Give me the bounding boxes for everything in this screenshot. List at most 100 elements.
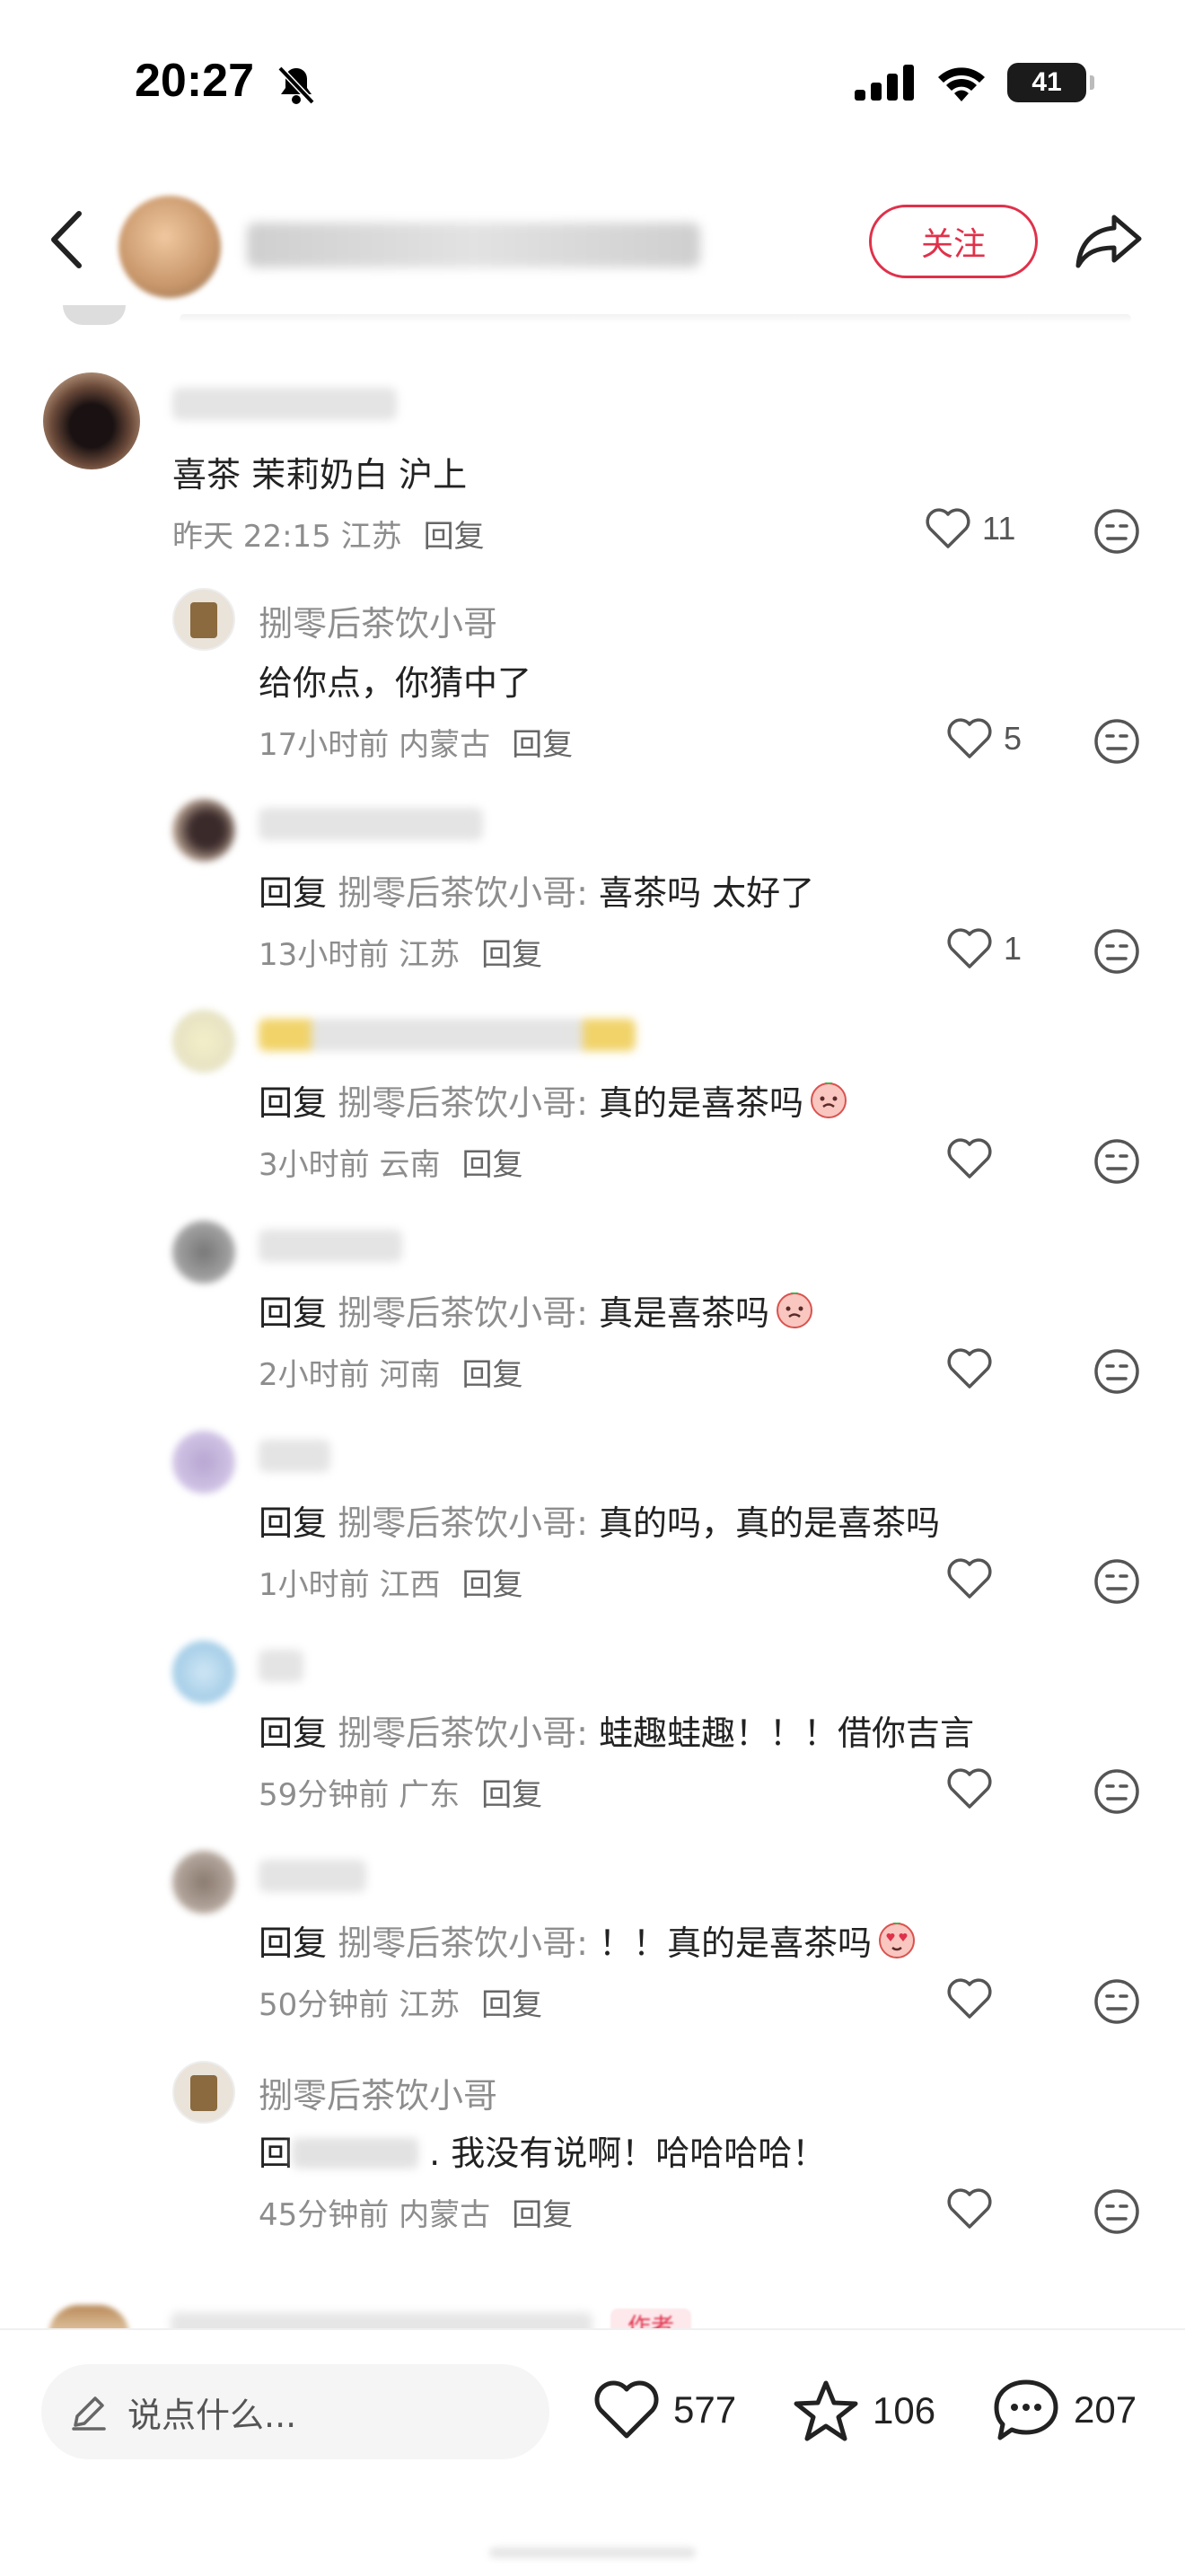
partial-avatar [63, 305, 126, 325]
reply-link[interactable]: 回复 [481, 937, 542, 973]
battery-indicator: 41 [1007, 63, 1094, 102]
like-button[interactable] [946, 1348, 1004, 1389]
dislike-button[interactable] [1093, 718, 1140, 768]
comment-text: 回复 捌零后茶饮小哥: 真是喜茶吗 [259, 1285, 816, 1335]
commenter-name-blurred[interactable] [259, 1440, 330, 1472]
commenter-name[interactable]: 捌零后茶饮小哥 [259, 2068, 497, 2117]
comment-meta: 59分钟前 广东 回复 [259, 1777, 543, 1813]
back-button[interactable] [45, 208, 90, 271]
status-icons: 41 [855, 63, 1094, 102]
comment-meta: 17小时前 内蒙古 回复 [259, 727, 574, 763]
comment-text: 回复 捌零后茶饮小哥: 喜茶吗 太好了 [259, 873, 815, 913]
reply-link[interactable]: 回复 [512, 727, 573, 763]
like-button[interactable]: 5 [946, 718, 1022, 759]
dislike-button[interactable] [1093, 508, 1140, 558]
like-button[interactable] [946, 2188, 1004, 2230]
reply-link[interactable]: 回复 [481, 1777, 542, 1813]
comment-text: 回 . 我没有说啊！哈哈哈哈！ [259, 2134, 827, 2173]
comment-meta: 1小时前 江西 回复 [259, 1567, 523, 1603]
star-icon [794, 2380, 858, 2441]
heart-icon [947, 1348, 992, 1389]
commenter-name-blurred[interactable] [172, 388, 397, 420]
commenter-avatar[interactable] [172, 1010, 235, 1073]
wifi-icon [938, 67, 985, 101]
blush-emoji-icon [777, 1292, 813, 1328]
heart-icon [926, 508, 970, 548]
comment-input-placeholder: 说点什么... [127, 2395, 297, 2435]
post-favorite-count: 106 [873, 2389, 936, 2431]
commenter-avatar[interactable] [172, 1221, 235, 1284]
post-favorite-button[interactable]: 106 [792, 2379, 935, 2443]
like-button[interactable] [946, 1768, 1004, 1809]
comment-text: 给你点，你猜中了 [259, 663, 532, 703]
reply-link[interactable]: 回复 [461, 1567, 522, 1603]
author-avatar[interactable] [118, 196, 221, 298]
dislike-button[interactable] [1093, 1768, 1140, 1818]
chevron-left-icon [51, 211, 82, 268]
comment-text: 回复 捌零后茶饮小哥: 真的吗，真的是喜茶吗 [259, 1503, 941, 1543]
dislike-button[interactable] [1093, 1138, 1140, 1188]
dislike-button[interactable] [1093, 928, 1140, 978]
commenter-name-blurred[interactable] [259, 1019, 636, 1051]
share-icon [1075, 215, 1142, 268]
blush-emoji-icon [811, 1082, 847, 1118]
dislike-button[interactable] [1093, 2188, 1140, 2239]
heart-icon [947, 928, 992, 968]
meh-face-icon [1094, 719, 1139, 764]
like-button[interactable]: 1 [946, 928, 1022, 969]
commenter-avatar[interactable] [172, 2061, 235, 2124]
like-button[interactable] [946, 1138, 1004, 1179]
reply-link[interactable]: 回复 [424, 519, 485, 555]
comment-meta: 昨天 22:15 江苏 回复 [172, 519, 485, 555]
commenter-avatar[interactable] [172, 1851, 235, 1914]
comment-meta: 3小时前 云南 回复 [259, 1147, 523, 1183]
commenter-name-blurred[interactable] [259, 1230, 402, 1262]
reply-link[interactable]: 回复 [461, 1357, 522, 1393]
reply-link[interactable]: 回复 [481, 1987, 542, 2023]
meh-face-icon [1094, 1769, 1139, 1814]
author-name-blurred[interactable] [247, 223, 700, 267]
commenter-name-blurred[interactable] [259, 808, 483, 840]
meh-face-icon [1094, 1559, 1139, 1604]
follow-button[interactable]: 关注 [869, 205, 1038, 278]
post-comment-button[interactable]: 207 [991, 2377, 1137, 2443]
comment-meta: 45分钟前 内蒙古 回复 [259, 2197, 574, 2233]
dislike-button[interactable] [1093, 1978, 1140, 2028]
post-like-button[interactable]: 577 [592, 2379, 736, 2441]
heart-icon [947, 1138, 992, 1178]
commenter-avatar[interactable] [172, 1641, 235, 1704]
commenter-avatar[interactable] [172, 1431, 235, 1494]
comment-text: 喜茶 茉莉奶白 沪上 [172, 455, 468, 495]
meh-face-icon [1094, 509, 1139, 554]
dislike-button[interactable] [1093, 1558, 1140, 1608]
commenter-avatar[interactable] [172, 799, 235, 862]
reply-link[interactable]: 回复 [461, 1147, 522, 1183]
like-button[interactable] [946, 1558, 1004, 1599]
commenter-name-blurred[interactable] [259, 1860, 366, 1892]
reply-link[interactable]: 回复 [512, 2197, 573, 2233]
comment-input[interactable]: 说点什么... [41, 2364, 549, 2459]
comment-text: 回复 捌零后茶饮小哥: 真的是喜茶吗 [259, 1075, 850, 1125]
meh-face-icon [1094, 1139, 1139, 1184]
comment-bubble-icon [994, 2379, 1058, 2440]
commenter-name-blurred[interactable] [259, 1650, 303, 1682]
home-indicator [489, 2547, 696, 2558]
dislike-button[interactable] [1093, 1348, 1140, 1398]
heart-icon [594, 2380, 659, 2439]
commenter-name[interactable]: 捌零后茶饮小哥 [259, 596, 497, 645]
comment-meta: 50分钟前 江苏 回复 [259, 1987, 543, 2023]
share-button[interactable] [1073, 208, 1145, 271]
like-button[interactable] [946, 1978, 1004, 2020]
meh-face-icon [1094, 1979, 1139, 2024]
commenter-avatar[interactable] [43, 372, 140, 469]
header-divider [180, 314, 1131, 323]
heart-eyes-emoji-icon [879, 1923, 916, 1958]
commenter-avatar[interactable] [172, 588, 235, 651]
reply-target-blurred[interactable] [293, 2138, 419, 2169]
signal-icon [855, 65, 914, 101]
meh-face-icon [1094, 1349, 1139, 1394]
heart-icon [947, 1768, 992, 1809]
heart-icon [947, 2188, 992, 2229]
mute-bell-icon [276, 65, 316, 110]
like-button[interactable]: 11 [925, 508, 1015, 549]
